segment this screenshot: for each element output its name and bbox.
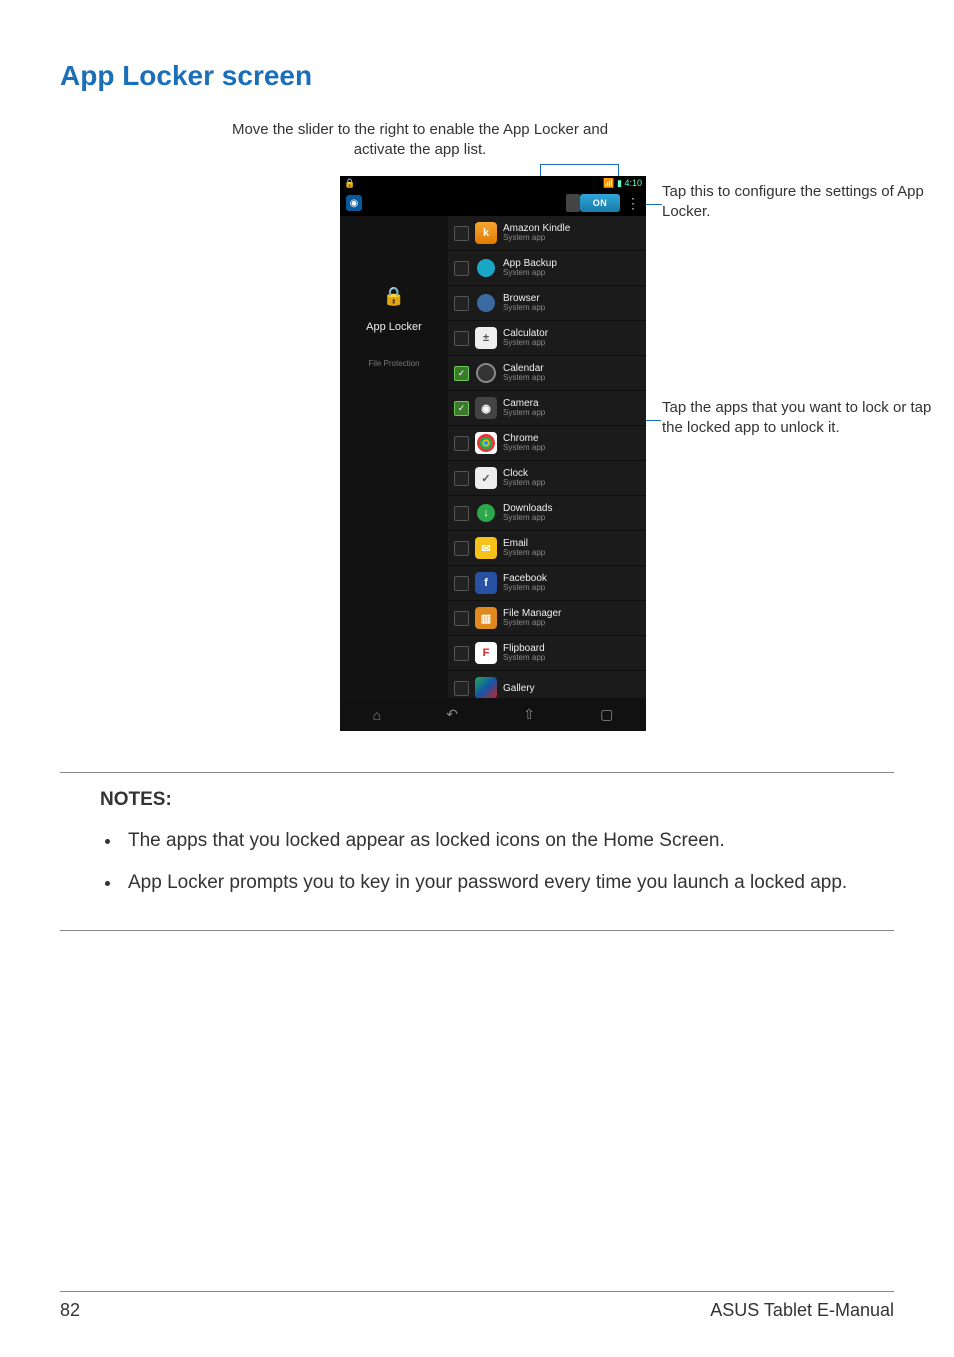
checkbox[interactable] <box>454 471 469 486</box>
callout-settings: Tap this to configure the settings of Ap… <box>662 182 942 223</box>
app-icon: ◉ <box>475 397 497 419</box>
status-time: 4:10 <box>624 178 642 188</box>
app-icon <box>475 677 497 698</box>
checkbox[interactable] <box>454 611 469 626</box>
app-icon: ✉ <box>475 537 497 559</box>
checkbox[interactable] <box>454 646 469 661</box>
lock-icon: 🔒 <box>383 286 405 307</box>
notes-heading: NOTES: <box>100 789 894 811</box>
app-subtitle: System app <box>503 304 545 313</box>
app-subtitle: System app <box>503 269 557 278</box>
app-subtitle: System app <box>503 654 545 663</box>
app-icon <box>475 362 497 384</box>
page-footer: 82 ASUS Tablet E-Manual <box>60 1291 894 1321</box>
status-bar: 🔒 📶 ▮ 4:10 <box>340 176 646 190</box>
list-item[interactable]: ± CalculatorSystem app <box>448 321 646 356</box>
app-icon: ▥ <box>475 607 497 629</box>
app-subtitle: System app <box>503 234 570 243</box>
list-item[interactable]: k Amazon KindleSystem app <box>448 216 646 251</box>
app-icon: ± <box>475 327 497 349</box>
nav-recent-icon[interactable]: ▢ <box>600 706 613 723</box>
lock-icon: 🔒 <box>344 178 355 189</box>
list-item[interactable]: ✓ ClockSystem app <box>448 461 646 496</box>
page-number: 82 <box>60 1300 80 1321</box>
app-icon: k <box>475 222 497 244</box>
nav-home-icon[interactable]: ⇧ <box>523 706 535 723</box>
app-icon: F <box>475 642 497 664</box>
page-title: App Locker screen <box>60 60 894 92</box>
overflow-menu-icon[interactable]: ⋮ <box>626 196 640 210</box>
list-item[interactable]: Gallery <box>448 671 646 698</box>
list-item[interactable]: ✓ ◉ CameraSystem app <box>448 391 646 426</box>
nav-bar: ⌂ ↶ ⇧ ▢ <box>340 698 646 731</box>
app-subtitle: System app <box>503 479 545 488</box>
list-item[interactable]: ChromeSystem app <box>448 426 646 461</box>
app-icon <box>475 292 497 314</box>
enable-toggle[interactable]: ON <box>580 194 620 212</box>
app-icon: f <box>475 572 497 594</box>
app-subtitle: System app <box>503 444 545 453</box>
app-icon <box>475 257 497 279</box>
app-icon: ↓ <box>475 502 497 524</box>
list-item[interactable]: F FlipboardSystem app <box>448 636 646 671</box>
figure: Move the slider to the right to enable t… <box>60 122 894 742</box>
list-item[interactable]: f FacebookSystem app <box>448 566 646 601</box>
list-item[interactable]: ↓ DownloadsSystem app <box>448 496 646 531</box>
wifi-icon: 📶 <box>603 178 614 188</box>
callout-apps: Tap the apps that you want to lock or ta… <box>662 398 952 439</box>
app-icon <box>475 432 497 454</box>
manual-title: ASUS Tablet E-Manual <box>710 1300 894 1321</box>
checkbox[interactable] <box>454 296 469 311</box>
list-item[interactable]: BrowserSystem app <box>448 286 646 321</box>
checkbox[interactable] <box>454 541 469 556</box>
note-item: App Locker prompts you to key in your pa… <box>122 869 894 897</box>
app-subtitle: System app <box>503 549 545 558</box>
battery-icon: ▮ <box>617 178 622 188</box>
clock-icon: ✓ <box>475 467 497 489</box>
list-item[interactable]: ✉ EmailSystem app <box>448 531 646 566</box>
notes-section: NOTES: The apps that you locked appear a… <box>60 772 894 931</box>
note-item: The apps that you locked appear as locke… <box>122 827 894 855</box>
list-item[interactable]: App BackupSystem app <box>448 251 646 286</box>
sidebar-tab-fileprotection[interactable]: File Protection <box>368 359 419 368</box>
list-item[interactable]: ✓ CalendarSystem app <box>448 356 646 391</box>
shield-icon: ◉ <box>346 195 362 211</box>
checkbox[interactable] <box>454 261 469 276</box>
nav-apps-icon[interactable]: ⌂ <box>373 707 381 723</box>
app-subtitle: System app <box>503 619 561 628</box>
checkbox[interactable] <box>454 331 469 346</box>
app-header: ◉ ON ⋮ <box>340 190 646 216</box>
app-subtitle: System app <box>503 409 545 418</box>
app-name: Gallery <box>503 683 535 694</box>
app-list[interactable]: k Amazon KindleSystem app App BackupSyst… <box>448 216 646 698</box>
nav-back-icon[interactable]: ↶ <box>446 706 458 723</box>
sidebar: 🔒 App Locker File Protection <box>340 216 448 698</box>
app-subtitle: System app <box>503 339 548 348</box>
app-subtitle: System app <box>503 584 547 593</box>
leader-line <box>540 164 618 165</box>
caption-slider: Move the slider to the right to enable t… <box>230 120 610 161</box>
app-subtitle: System app <box>503 514 552 523</box>
checkbox[interactable] <box>454 506 469 521</box>
checkbox[interactable] <box>454 681 469 696</box>
sidebar-tab-applocker[interactable]: App Locker <box>366 321 422 333</box>
checkbox[interactable]: ✓ <box>454 401 469 416</box>
checkbox[interactable] <box>454 576 469 591</box>
checkbox[interactable] <box>454 436 469 451</box>
list-item[interactable]: ▥ File ManagerSystem app <box>448 601 646 636</box>
phone-screenshot: 🔒 📶 ▮ 4:10 ◉ ON ⋮ 🔒 App Locker File Prot… <box>340 176 646 731</box>
checkbox[interactable] <box>454 226 469 241</box>
checkbox[interactable]: ✓ <box>454 366 469 381</box>
app-subtitle: System app <box>503 374 545 383</box>
